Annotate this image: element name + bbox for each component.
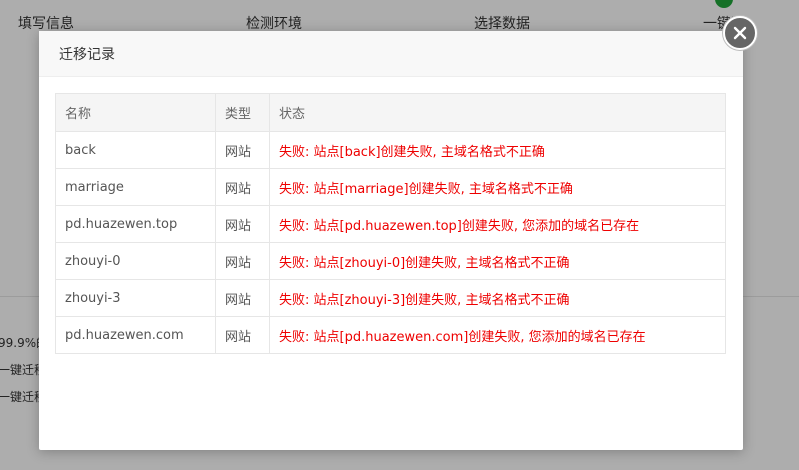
cell-type: 网站: [215, 279, 270, 317]
column-header-status: 状态: [269, 93, 726, 132]
cell-status: 失败: 站点[zhouyi-0]创建失败, 主域名格式不正确: [269, 242, 726, 280]
table-row: marriage 网站 失败: 站点[marriage]创建失败, 主域名格式不…: [55, 168, 726, 206]
cell-name: zhouyi-0: [55, 242, 216, 280]
records-table: 名称 类型 状态 back 网站 失败: 站点[back]创建失败, 主域名格式…: [55, 93, 726, 354]
cell-name: zhouyi-3: [55, 279, 216, 317]
cell-name: pd.huazewen.com: [55, 316, 216, 354]
cell-status: 失败: 站点[back]创建失败, 主域名格式不正确: [269, 131, 726, 169]
cell-name: back: [55, 131, 216, 169]
table-row: pd.huazewen.com 网站 失败: 站点[pd.huazewen.co…: [55, 316, 726, 354]
table-row: zhouyi-0 网站 失败: 站点[zhouyi-0]创建失败, 主域名格式不…: [55, 242, 726, 280]
cell-status: 失败: 站点[zhouyi-3]创建失败, 主域名格式不正确: [269, 279, 726, 317]
cell-type: 网站: [215, 242, 270, 280]
cell-type: 网站: [215, 316, 270, 354]
dialog-header: 迁移记录: [39, 31, 743, 77]
table-row: pd.huazewen.top 网站 失败: 站点[pd.huazewen.to…: [55, 205, 726, 243]
close-button[interactable]: [723, 16, 757, 50]
dialog-title: 迁移记录: [59, 46, 115, 63]
table-row: back 网站 失败: 站点[back]创建失败, 主域名格式不正确: [55, 131, 726, 169]
table-row: zhouyi-3 网站 失败: 站点[zhouyi-3]创建失败, 主域名格式不…: [55, 279, 726, 317]
cell-type: 网站: [215, 168, 270, 206]
table-header-row: 名称 类型 状态: [55, 93, 726, 132]
close-icon: [733, 26, 747, 40]
cell-status: 失败: 站点[pd.huazewen.com]创建失败, 您添加的域名已存在: [269, 316, 726, 354]
column-header-name: 名称: [55, 93, 216, 132]
cell-name: marriage: [55, 168, 216, 206]
migration-records-dialog: 迁移记录 名称 类型 状态 back 网站 失败: 站点[back]创建失败, …: [39, 31, 743, 450]
cell-status: 失败: 站点[marriage]创建失败, 主域名格式不正确: [269, 168, 726, 206]
cell-type: 网站: [215, 205, 270, 243]
column-header-type: 类型: [215, 93, 270, 132]
cell-name: pd.huazewen.top: [55, 205, 216, 243]
cell-status: 失败: 站点[pd.huazewen.top]创建失败, 您添加的域名已存在: [269, 205, 726, 243]
cell-type: 网站: [215, 131, 270, 169]
